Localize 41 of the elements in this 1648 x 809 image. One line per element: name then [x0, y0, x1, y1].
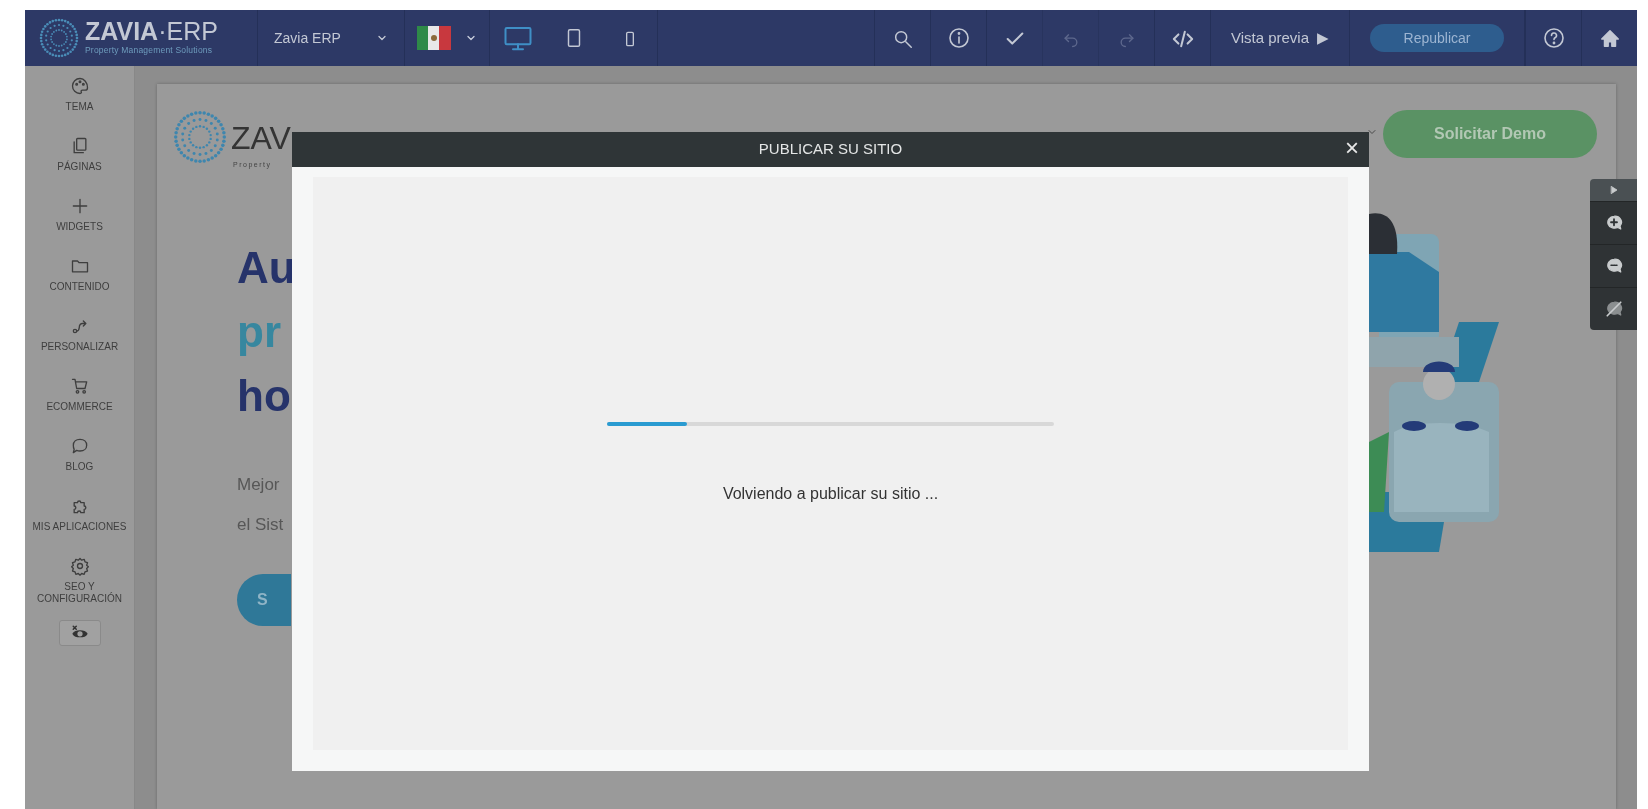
paragraph-text: Mejor — [237, 474, 280, 496]
hide-comments-button[interactable] — [1590, 287, 1637, 330]
sidebar-item[interactable]: ECOMMERCE — [25, 376, 135, 436]
headline-text: Au — [237, 246, 296, 290]
sidebar-item[interactable]: SEO Y CONFIGURACIÓN — [25, 556, 135, 616]
hide-comments-icon — [1604, 300, 1623, 318]
comments-icon — [1604, 257, 1623, 275]
logo-tagline: Property Management Solutions — [85, 44, 214, 57]
sidebar-item[interactable]: PERSONALIZAR — [25, 316, 135, 376]
flag-icon — [417, 26, 451, 50]
site-dropdown[interactable]: Zavia ERP — [258, 10, 405, 66]
sidebar-item[interactable]: WIDGETS — [25, 196, 135, 256]
palette-icon — [69, 76, 90, 96]
sidebar-item[interactable]: CONTENIDO — [25, 256, 135, 316]
headline-text: ho — [237, 374, 291, 418]
sidebar-item[interactable]: PÁGINAS — [25, 136, 135, 196]
add-comment-icon — [1604, 214, 1623, 232]
help-icon — [1541, 26, 1566, 51]
info-icon — [946, 26, 971, 51]
logo-text: ZAV — [231, 122, 291, 154]
sidebar-item[interactable]: TEMA — [25, 76, 135, 136]
headline-text: pr — [237, 310, 281, 354]
home-icon — [1598, 27, 1621, 50]
comments-button[interactable] — [1590, 244, 1637, 287]
visibility-toggle-button[interactable] — [58, 620, 101, 646]
cart-icon — [69, 376, 90, 396]
cta-button[interactable]: S — [237, 574, 291, 626]
hexagon-logo-icon — [173, 108, 227, 166]
sidebar-item[interactable]: MIS APLICACIONES — [25, 496, 135, 556]
paragraph-text: el Sist — [237, 514, 284, 536]
status-message: Volviendo a publicar su sitio ... — [722, 483, 939, 504]
close-button[interactable]: × — [1341, 136, 1363, 160]
sidebar-item[interactable]: BLOG — [25, 436, 135, 496]
add-comment-button[interactable] — [1590, 201, 1637, 244]
modal-title: PUBLICAR SU SITIO — [758, 139, 903, 160]
gear-icon — [69, 556, 90, 576]
demo-button[interactable]: Solicitar Demo — [1383, 110, 1597, 158]
logo-text: ZAVIA·ERP — [85, 19, 218, 45]
hexagon-logo-icon — [39, 17, 79, 59]
play-button[interactable] — [1590, 179, 1637, 201]
preview-button[interactable]: Vista previa ▶ — [1210, 10, 1349, 66]
